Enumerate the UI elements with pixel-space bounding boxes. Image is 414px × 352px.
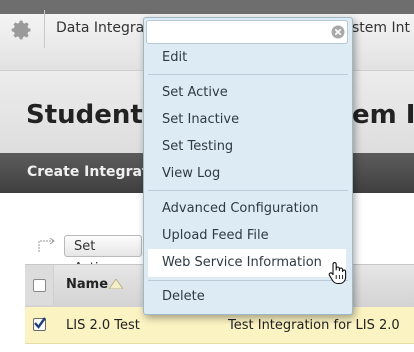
page-title-tail: em In — [352, 100, 414, 130]
breadcrumb-divider — [44, 10, 45, 48]
menu-item-set-testing[interactable]: Set Testing — [162, 139, 233, 154]
clear-icon[interactable] — [331, 25, 345, 39]
menu-item-web-service-information[interactable]: Web Service Information — [162, 255, 322, 270]
row-description-cell: Test Integration for LIS 2.0 — [228, 318, 400, 333]
menu-item-set-inactive[interactable]: Set Inactive — [162, 112, 239, 127]
menu-item-view-log[interactable]: View Log — [162, 166, 220, 181]
menu-item-set-active[interactable]: Set Active — [162, 85, 228, 100]
menu-item-edit[interactable]: Edit — [162, 50, 187, 65]
gear-icon[interactable] — [11, 19, 33, 41]
menu-separator — [148, 74, 348, 75]
column-header-name[interactable]: Name — [66, 277, 108, 292]
menu-item-delete[interactable]: Delete — [162, 289, 205, 304]
select-all-checkbox[interactable] — [33, 279, 46, 292]
selection-arrow-icon — [38, 238, 55, 252]
menu-item-advanced-configuration[interactable]: Advanced Configuration — [162, 201, 319, 216]
menu-item-upload-feed-file[interactable]: Upload Feed File — [162, 228, 269, 243]
menu-separator — [148, 280, 348, 281]
set-active-button[interactable]: Set Active — [64, 235, 142, 276]
row-name-cell[interactable]: LIS 2.0 Test — [66, 318, 140, 333]
top-strip — [0, 0, 414, 14]
sort-ascending-icon[interactable] — [109, 279, 123, 289]
breadcrumb-link[interactable]: Data Integrati — [56, 20, 154, 36]
checkmark-icon — [34, 317, 46, 329]
menu-search-input[interactable] — [146, 20, 348, 44]
hand-pointer-icon — [328, 262, 347, 285]
menu-separator — [148, 190, 348, 191]
breadcrumb-current: stem Int — [352, 20, 410, 36]
row-checkbox[interactable] — [33, 317, 46, 331]
